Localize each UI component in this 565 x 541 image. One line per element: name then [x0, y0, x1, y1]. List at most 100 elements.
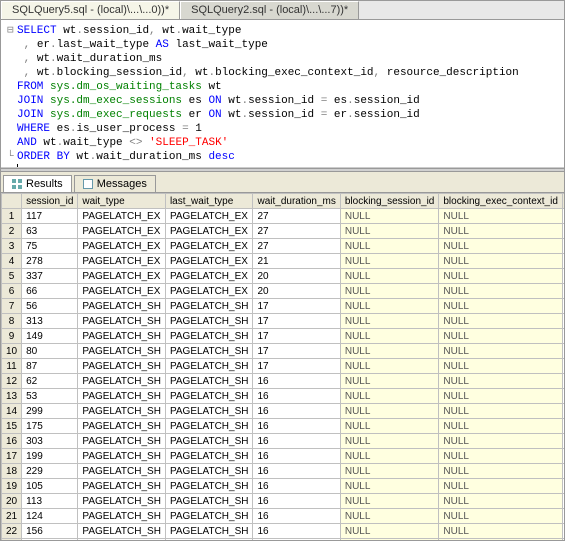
- rownum-cell[interactable]: 5: [2, 269, 22, 284]
- cell-blocking_session_id[interactable]: NULL: [340, 539, 439, 540]
- table-row[interactable]: 9149PAGELATCH_SHPAGELATCH_SH17NULLNULL8:…: [2, 329, 565, 344]
- cell-last_wait_type[interactable]: PAGELATCH_SH: [165, 299, 253, 314]
- cell-wait_duration_ms[interactable]: 16: [253, 389, 340, 404]
- cell-blocking_exec_context_id[interactable]: NULL: [439, 284, 563, 299]
- rownum-cell[interactable]: 18: [2, 464, 22, 479]
- cell-blocking_exec_context_id[interactable]: NULL: [439, 329, 563, 344]
- cell-resource_description[interactable]: 8:1:20354: [562, 359, 564, 374]
- cell-wait_duration_ms[interactable]: 16: [253, 374, 340, 389]
- cell-last_wait_type[interactable]: PAGELATCH_SH: [165, 524, 253, 539]
- cell-last_wait_type[interactable]: PAGELATCH_EX: [165, 239, 253, 254]
- table-row[interactable]: 17199PAGELATCH_SHPAGELATCH_SH16NULLNULL8…: [2, 449, 565, 464]
- cell-blocking_exec_context_id[interactable]: NULL: [439, 479, 563, 494]
- cell-blocking_exec_context_id[interactable]: NULL: [439, 494, 563, 509]
- cell-session_id[interactable]: 56: [22, 299, 78, 314]
- cell-wait_duration_ms[interactable]: 16: [253, 434, 340, 449]
- cell-session_id[interactable]: 310: [22, 539, 78, 540]
- table-row[interactable]: 1080PAGELATCH_SHPAGELATCH_SH17NULLNULL8:…: [2, 344, 565, 359]
- results-grid[interactable]: session_idwait_typelast_wait_typewait_du…: [1, 193, 564, 540]
- cell-wait_duration_ms[interactable]: 17: [253, 314, 340, 329]
- cell-resource_description[interactable]: 8:1:20354: [562, 434, 564, 449]
- cell-session_id[interactable]: 80: [22, 344, 78, 359]
- cell-blocking_session_id[interactable]: NULL: [340, 419, 439, 434]
- cell-last_wait_type[interactable]: PAGELATCH_SH: [165, 389, 253, 404]
- table-row[interactable]: 666PAGELATCH_EXPAGELATCH_EX20NULLNULL8:1…: [2, 284, 565, 299]
- cell-last_wait_type[interactable]: PAGELATCH_EX: [165, 209, 253, 224]
- cell-last_wait_type[interactable]: PAGELATCH_SH: [165, 464, 253, 479]
- cell-wait_type[interactable]: PAGELATCH_SH: [78, 509, 166, 524]
- cell-resource_description[interactable]: 8:1:20354: [562, 479, 564, 494]
- cell-last_wait_type[interactable]: PAGELATCH_EX: [165, 224, 253, 239]
- cell-wait_duration_ms[interactable]: 16: [253, 524, 340, 539]
- cell-wait_duration_ms[interactable]: 17: [253, 359, 340, 374]
- cell-blocking_session_id[interactable]: NULL: [340, 434, 439, 449]
- cell-wait_duration_ms[interactable]: 16: [253, 419, 340, 434]
- cell-resource_description[interactable]: 8:1:20354: [562, 299, 564, 314]
- cell-resource_description[interactable]: 8:1:20354: [562, 509, 564, 524]
- column-header[interactable]: session_id: [22, 194, 78, 209]
- cell-wait_duration_ms[interactable]: 16: [253, 479, 340, 494]
- cell-resource_description[interactable]: 8:1:20354: [562, 329, 564, 344]
- cell-resource_description[interactable]: 8:1:20354: [562, 224, 564, 239]
- cell-resource_description[interactable]: 8:1:20354: [562, 374, 564, 389]
- cell-blocking_exec_context_id[interactable]: NULL: [439, 254, 563, 269]
- cell-session_id[interactable]: 66: [22, 284, 78, 299]
- table-row[interactable]: 1262PAGELATCH_SHPAGELATCH_SH16NULLNULL8:…: [2, 374, 565, 389]
- cell-last_wait_type[interactable]: PAGELATCH_SH: [165, 434, 253, 449]
- cell-wait_type[interactable]: PAGELATCH_EX: [78, 254, 166, 269]
- column-header[interactable]: resource_description: [562, 194, 564, 209]
- rownum-cell[interactable]: 9: [2, 329, 22, 344]
- cell-last_wait_type[interactable]: PAGELATCH_SH: [165, 344, 253, 359]
- cell-blocking_exec_context_id[interactable]: NULL: [439, 239, 563, 254]
- cell-wait_type[interactable]: PAGELATCH_SH: [78, 419, 166, 434]
- cell-blocking_exec_context_id[interactable]: NULL: [439, 314, 563, 329]
- cell-blocking_exec_context_id[interactable]: NULL: [439, 299, 563, 314]
- cell-resource_description[interactable]: 8:1:20354: [562, 419, 564, 434]
- cell-wait_duration_ms[interactable]: 16: [253, 404, 340, 419]
- column-header[interactable]: blocking_exec_context_id: [439, 194, 563, 209]
- rownum-cell[interactable]: 12: [2, 374, 22, 389]
- cell-last_wait_type[interactable]: PAGELATCH_SH: [165, 509, 253, 524]
- cell-blocking_exec_context_id[interactable]: NULL: [439, 509, 563, 524]
- cell-blocking_session_id[interactable]: NULL: [340, 449, 439, 464]
- cell-wait_duration_ms[interactable]: 27: [253, 224, 340, 239]
- cell-wait_duration_ms[interactable]: 20: [253, 284, 340, 299]
- cell-wait_type[interactable]: PAGELATCH_SH: [78, 314, 166, 329]
- cell-last_wait_type[interactable]: PAGELATCH_SH: [165, 494, 253, 509]
- cell-last_wait_type[interactable]: PAGELATCH_EX: [165, 254, 253, 269]
- cell-wait_duration_ms[interactable]: 17: [253, 344, 340, 359]
- cell-last_wait_type[interactable]: PAGELATCH_SH: [165, 374, 253, 389]
- rownum-cell[interactable]: 20: [2, 494, 22, 509]
- cell-wait_duration_ms[interactable]: 27: [253, 209, 340, 224]
- table-row[interactable]: 263PAGELATCH_EXPAGELATCH_EX27NULLNULL8:1…: [2, 224, 565, 239]
- cell-blocking_session_id[interactable]: NULL: [340, 314, 439, 329]
- cell-blocking_session_id[interactable]: NULL: [340, 374, 439, 389]
- table-row[interactable]: 4278PAGELATCH_EXPAGELATCH_EX21NULLNULL8:…: [2, 254, 565, 269]
- cell-wait_type[interactable]: PAGELATCH_SH: [78, 299, 166, 314]
- cell-wait_type[interactable]: PAGELATCH_EX: [78, 209, 166, 224]
- cell-blocking_session_id[interactable]: NULL: [340, 299, 439, 314]
- cell-wait_type[interactable]: PAGELATCH_EX: [78, 284, 166, 299]
- rownum-cell[interactable]: 15: [2, 419, 22, 434]
- sql-editor[interactable]: ⊟SELECT wt.session_id, wt.wait_type , er…: [1, 20, 564, 168]
- table-row[interactable]: 16303PAGELATCH_SHPAGELATCH_SH16NULLNULL8…: [2, 434, 565, 449]
- cell-session_id[interactable]: 105: [22, 479, 78, 494]
- cell-blocking_session_id[interactable]: NULL: [340, 284, 439, 299]
- cell-blocking_exec_context_id[interactable]: NULL: [439, 464, 563, 479]
- cell-blocking_exec_context_id[interactable]: NULL: [439, 389, 563, 404]
- cell-session_id[interactable]: 303: [22, 434, 78, 449]
- cell-last_wait_type[interactable]: PAGELATCH_EX: [165, 284, 253, 299]
- cell-blocking_session_id[interactable]: NULL: [340, 509, 439, 524]
- cell-wait_duration_ms[interactable]: 27: [253, 239, 340, 254]
- cell-blocking_session_id[interactable]: NULL: [340, 209, 439, 224]
- cell-blocking_exec_context_id[interactable]: NULL: [439, 524, 563, 539]
- rownum-cell[interactable]: 3: [2, 239, 22, 254]
- cell-blocking_exec_context_id[interactable]: NULL: [439, 224, 563, 239]
- editor-tab-2[interactable]: SQLQuery2.sql - (local)\...\...7))*: [180, 1, 359, 19]
- cell-resource_description[interactable]: 8:1:20354: [562, 494, 564, 509]
- cell-resource_description[interactable]: 8:1:20354: [562, 449, 564, 464]
- cell-wait_type[interactable]: PAGELATCH_SH: [78, 479, 166, 494]
- cell-session_id[interactable]: 199: [22, 449, 78, 464]
- rownum-cell[interactable]: 7: [2, 299, 22, 314]
- table-row[interactable]: 18229PAGELATCH_SHPAGELATCH_SH16NULLNULL8…: [2, 464, 565, 479]
